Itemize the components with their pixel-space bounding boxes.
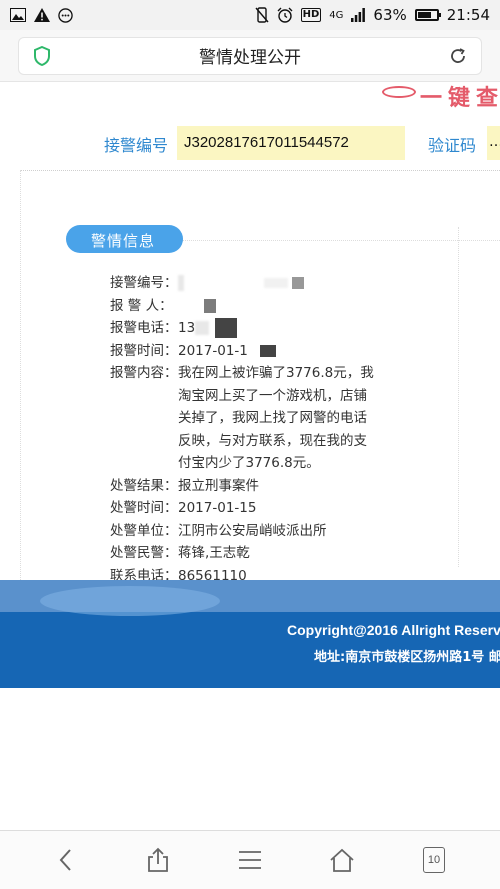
info-row-reporter: 报 警 人： [110,295,380,318]
phone-partial: 13 [178,320,196,336]
address-bar: 警情处理公开 [0,30,500,82]
site-footer: Copyright@2016 Allright Reserv 地址:南京市鼓楼区… [0,580,500,688]
info-value: 报立刑事案件 [178,477,259,494]
tabs-button[interactable]: 10 [412,838,456,882]
info-row-content: 报警内容： 我在网上被诈骗了3776.8元，我淘宝网上买了一个游戏机，店铺关掉了… [110,362,380,475]
captcha-label: 验证码 [428,136,477,155]
web-content[interactable]: 一键查 接警编号 J3202817617011544572 验证码 … 警情信息… [0,82,500,830]
info-row-handle-time: 处警时间： 2017-01-15 [110,497,380,520]
warning-icon [34,8,50,22]
home-button[interactable] [320,838,364,882]
info-key: 接警编号： [110,275,178,291]
section-title: 警情信息 [66,225,183,253]
info-value: 蒋锋,王志乾 [178,545,250,561]
info-key: 处警结果： [110,477,178,494]
mute-vibrate-icon [255,7,269,23]
info-key: 处警时间： [110,500,178,516]
bottom-navigation: 10 [0,830,500,889]
battery-icon [414,9,441,21]
info-value: 江阴市公安局峭岐派出所 [178,522,327,539]
info-row-code: 接警编号： [110,272,380,295]
back-icon [59,849,71,871]
status-right: HD 4G 63% 21:54 [255,6,490,24]
redaction [204,298,216,313]
info-value: 13 [178,317,378,340]
network-label: 4G [329,9,344,21]
panel-border-top [182,240,500,241]
url-field[interactable]: 警情处理公开 [18,36,482,75]
code-input[interactable]: J3202817617011544572 [177,126,405,160]
info-value: 2017-01-1 [178,340,378,363]
more-icon [58,7,73,23]
alarm-icon [277,7,293,23]
info-value: 2017-01-15 [178,500,257,516]
home-icon [330,848,354,872]
redaction [259,344,276,357]
redaction [195,321,210,335]
info-row-result: 处警结果： 报立刑事案件 [110,475,380,498]
info-key: 报警电话： [110,320,178,336]
share-button[interactable] [136,838,180,882]
status-time: 21:54 [446,6,490,24]
info-key: 报警时间： [110,342,178,359]
redaction [178,275,184,291]
footer-wave [40,586,220,616]
info-list: 接警编号： 报 警 人： 报警电话： 13 报警时间： 2017-01-1 报警… [110,272,380,587]
report-time-partial: 2017-01-1 [178,342,248,359]
status-bar: HD 4G 63% 21:54 [0,0,500,30]
menu-icon [239,851,261,869]
share-icon [148,847,168,872]
redaction [292,277,304,289]
stamp-ring [382,86,416,98]
info-key: 报警内容： [110,365,178,381]
info-key: 报 警 人： [110,297,173,314]
address-text: 地址:南京市鼓楼区扬州路1号 邮 [314,650,500,665]
info-value: 我在网上被诈骗了3776.8元，我淘宝网上买了一个游戏机，店铺关掉了，我网上找了… [178,365,374,471]
info-value-redacted [178,272,378,295]
signal-icon [351,8,366,22]
info-row-report-time: 报警时间： 2017-01-1 [110,340,380,363]
info-row-officers: 处警民警： 蒋锋,王志乾 [110,542,380,565]
info-key: 处警民警： [110,545,178,561]
image-icon [10,8,26,22]
reload-icon[interactable] [449,47,467,65]
info-row-unit: 处警单位： 江阴市公安局峭岐派出所 [110,520,380,543]
stamp-text: 一键查 [420,85,500,111]
panel-border-right [458,227,459,567]
status-left [10,7,73,23]
menu-button[interactable] [228,838,272,882]
back-button[interactable] [44,838,88,882]
shield-icon[interactable] [33,45,51,66]
redaction [215,318,238,338]
tabs-icon: 10 [423,847,445,873]
hd-icon: HD [300,8,322,22]
page-title: 警情处理公开 [199,48,301,68]
battery-percent: 63% [373,6,407,24]
info-value-redacted [178,295,378,318]
copyright-text: Copyright@2016 Allright Reserv [287,622,500,638]
code-label: 接警编号 [104,136,169,155]
captcha-input[interactable]: … [487,126,500,160]
info-key: 处警单位： [110,522,178,539]
query-row: 接警编号 J3202817617011544572 验证码 … [0,126,500,162]
info-row-phone: 报警电话： 13 [110,317,380,340]
redaction [264,278,288,288]
stamp-logo: 一键查 [382,82,500,111]
battery-level [417,12,431,18]
divider [20,170,500,171]
